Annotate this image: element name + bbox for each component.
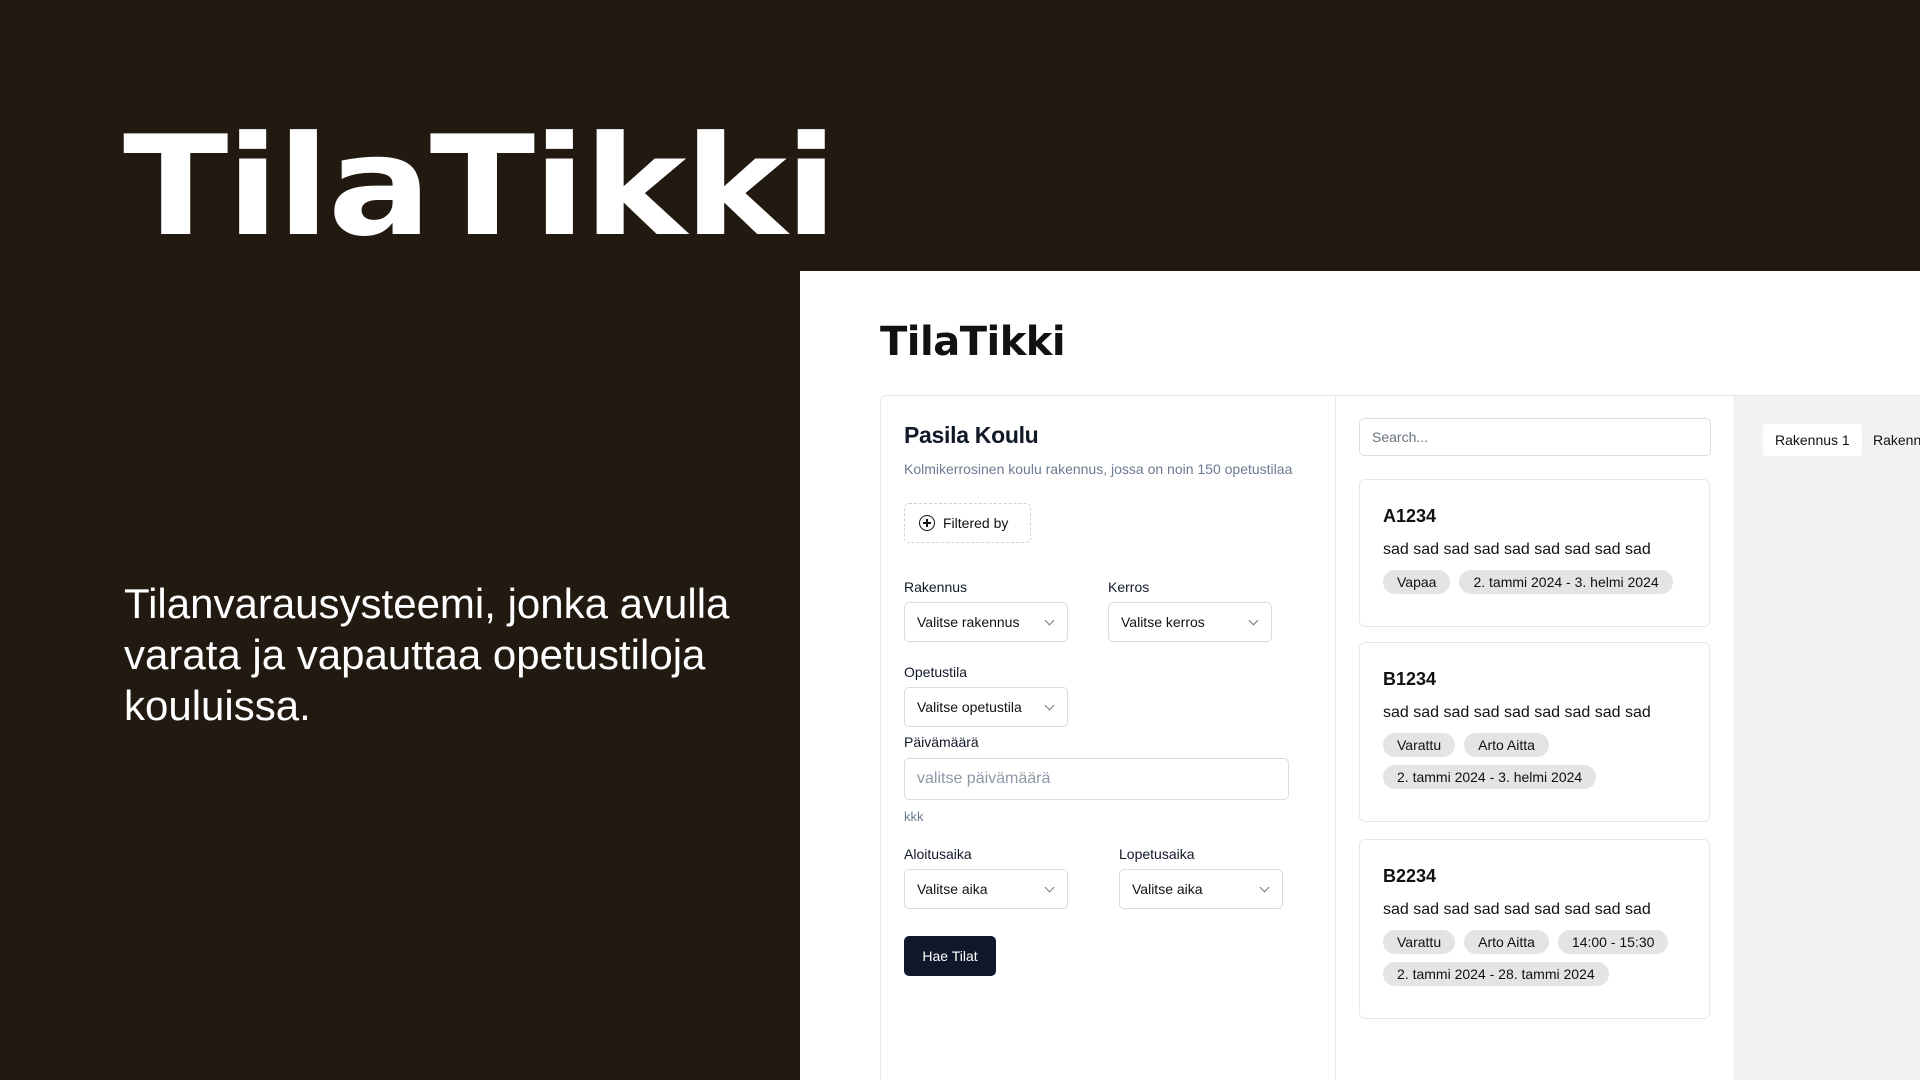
badge-group: Vapaa 2. tammi 2024 - 3. helmi 2024 <box>1383 570 1703 594</box>
room-code: B1234 <box>1383 669 1437 689</box>
hero-tagline: Tilanvarausysteemi, jonka avulla varata … <box>124 580 730 729</box>
start-time-value: Valitse aika <box>917 881 988 897</box>
room-label: Opetustila <box>904 664 968 680</box>
start-time-label: Aloitusaika <box>904 846 972 862</box>
chevron-down-icon <box>1044 700 1055 711</box>
search-rooms-button[interactable]: Hae Tilat <box>904 936 996 976</box>
main-panel: Pasila Koulu Kolmikerrosinen koulu raken… <box>880 395 1920 1080</box>
room-card[interactable]: A1234 sad sad sad sad sad sad sad sad sa… <box>1359 479 1710 627</box>
room-select[interactable]: Valitse opetustila <box>904 687 1068 727</box>
room-code: A1234 <box>1383 506 1437 526</box>
floor-select-value: Valitse kerros <box>1121 614 1205 630</box>
building-select-value: Valitse rakennus <box>917 614 1020 630</box>
tab-rakennus-1[interactable]: Rakennus 1 <box>1763 424 1862 456</box>
date-hint: kkk <box>904 809 924 824</box>
plus-circle-icon <box>919 515 935 531</box>
school-name: Pasila Koulu <box>904 422 1039 448</box>
filtered-by-label: Filtered by <box>943 515 1009 531</box>
status-badge: Varattu <box>1383 733 1456 757</box>
badge-group: Varattu Arto Aitta 2. tammi 2024 - 3. he… <box>1383 733 1703 789</box>
room-description: sad sad sad sad sad sad sad sad sad <box>1383 541 1651 558</box>
chevron-down-icon <box>1259 882 1270 893</box>
end-time-value: Valitse aika <box>1132 881 1203 897</box>
room-code: B2234 <box>1383 866 1437 886</box>
room-list-column: A1234 sad sad sad sad sad sad sad sad sa… <box>1336 396 1735 1080</box>
status-badge: Vapaa <box>1383 570 1451 594</box>
room-description: sad sad sad sad sad sad sad sad sad <box>1383 901 1651 918</box>
search-input[interactable] <box>1359 418 1711 456</box>
app-window: TilaTikki Pasila Koulu Kolmikerrosinen k… <box>800 271 1920 1080</box>
floor-select[interactable]: Valitse kerros <box>1108 602 1272 642</box>
building-label: Rakennus <box>904 579 968 595</box>
date-input[interactable] <box>904 758 1289 800</box>
chevron-down-icon <box>1044 615 1055 626</box>
filtered-by-button[interactable]: Filtered by <box>904 503 1031 543</box>
user-badge: Arto Aitta <box>1464 930 1549 954</box>
school-description: Kolmikerrosinen koulu rakennus, jossa on… <box>904 461 1293 477</box>
filter-column: Pasila Koulu Kolmikerrosinen koulu raken… <box>881 396 1336 1080</box>
date-range-badge: 2. tammi 2024 - 3. helmi 2024 <box>1459 570 1673 594</box>
date-label: Päivämäärä <box>904 734 979 750</box>
room-description: sad sad sad sad sad sad sad sad sad <box>1383 704 1651 721</box>
date-range-badge: 2. tammi 2024 - 3. helmi 2024 <box>1383 765 1597 789</box>
app-title: TilaTikki <box>880 319 1066 365</box>
badge-group: Varattu Arto Aitta 14:00 - 15:30 2. tamm… <box>1383 930 1703 986</box>
end-time-select[interactable]: Valitse aika <box>1119 869 1283 909</box>
time-badge: 14:00 - 15:30 <box>1557 930 1669 954</box>
chevron-down-icon <box>1044 882 1055 893</box>
room-select-value: Valitse opetustila <box>917 699 1022 715</box>
status-badge: Varattu <box>1383 930 1456 954</box>
hero-title: TilaTikki <box>123 106 838 267</box>
date-range-badge: 2. tammi 2024 - 28. tammi 2024 <box>1383 962 1609 986</box>
building-tabs: Rakennus 1 Rakennus 2 <box>1735 396 1920 1080</box>
end-time-label: Lopetusaika <box>1119 846 1195 862</box>
room-card[interactable]: B1234 sad sad sad sad sad sad sad sad sa… <box>1359 642 1710 822</box>
chevron-down-icon <box>1248 615 1259 626</box>
tab-rakennus-2[interactable]: Rakennus 2 <box>1861 424 1920 456</box>
user-badge: Arto Aitta <box>1464 733 1549 757</box>
floor-label: Kerros <box>1108 579 1150 595</box>
building-select[interactable]: Valitse rakennus <box>904 602 1068 642</box>
room-card[interactable]: B2234 sad sad sad sad sad sad sad sad sa… <box>1359 839 1710 1019</box>
start-time-select[interactable]: Valitse aika <box>904 869 1068 909</box>
